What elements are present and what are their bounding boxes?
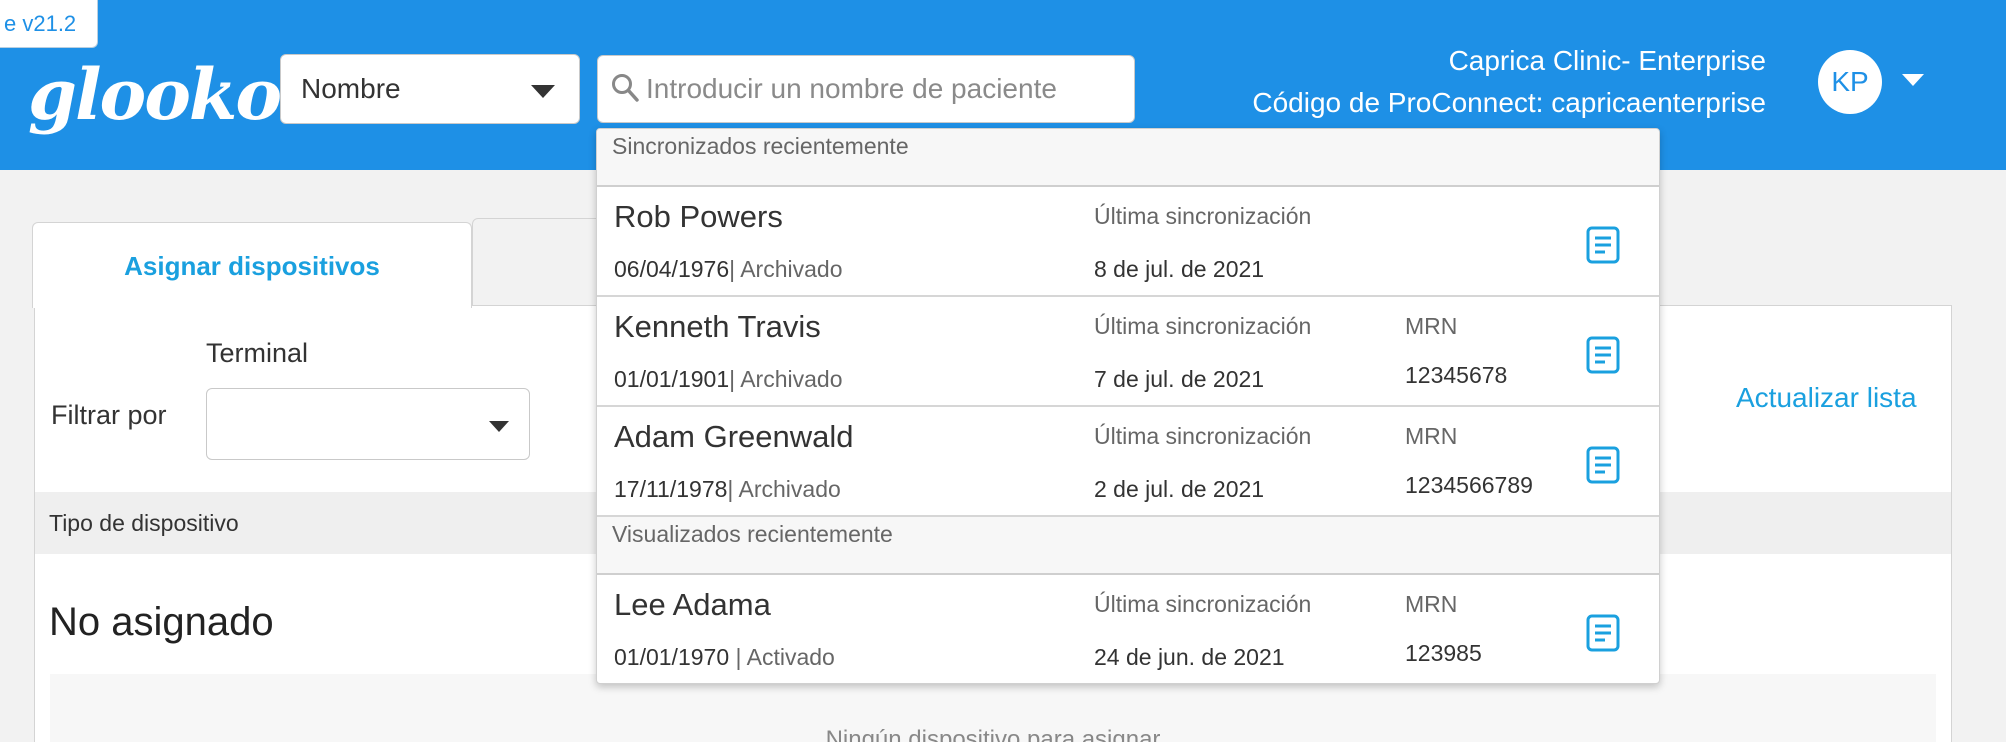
last-sync-label: Última sincronización	[1094, 313, 1312, 339]
last-sync-date: 7 de jul. de 2021	[1094, 366, 1265, 392]
chevron-down-icon	[489, 421, 509, 432]
clinic-name: Caprica Clinic- Enterprise	[1448, 45, 1766, 76]
empty-state-box: Ningún dispositivo para asignar	[50, 674, 1936, 742]
document-icon[interactable]	[1585, 335, 1621, 375]
version-badge: e v21.2	[0, 0, 98, 48]
patient-name: Adam Greenwald	[614, 419, 854, 454]
mrn-label: MRN	[1405, 591, 1458, 617]
unassigned-title: No asignado	[49, 600, 274, 644]
patient-status: | Activado	[729, 644, 835, 670]
patient-dob: 17/11/1978	[614, 476, 728, 502]
patient-row[interactable]: Lee Adama 01/01/1970 | Activado Última s…	[597, 575, 1659, 683]
last-sync-date: 2 de jul. de 2021	[1094, 476, 1265, 502]
patient-status: | Archivado	[729, 366, 843, 392]
patient-name: Lee Adama	[614, 587, 771, 622]
patient-meta: 06/04/1976| Archivado	[614, 256, 843, 283]
patient-status: | Archivado	[727, 476, 841, 502]
user-avatar[interactable]: KP	[1818, 50, 1882, 114]
patient-status: | Archivado	[729, 256, 843, 282]
chevron-down-icon	[531, 85, 555, 98]
mrn-value: 123985	[1405, 640, 1482, 666]
last-sync-label: Última sincronización	[1094, 591, 1312, 617]
filter-label: Filtrar por	[51, 400, 167, 430]
search-icon	[612, 74, 639, 102]
patient-row[interactable]: Kenneth Travis 01/01/1901| Archivado Últ…	[597, 297, 1659, 407]
last-sync-date: 8 de jul. de 2021	[1094, 256, 1265, 282]
patient-dob: 01/01/1970	[614, 644, 730, 670]
patient-dob: 06/04/1976	[614, 256, 730, 282]
patient-meta: 01/01/1901| Archivado	[614, 366, 843, 393]
empty-state-text: Ningún dispositivo para asignar	[825, 726, 1161, 742]
last-sync-label: Última sincronización	[1094, 423, 1312, 449]
patient-name: Rob Powers	[614, 199, 783, 234]
patient-meta: 17/11/1978| Archivado	[614, 476, 841, 503]
recently-viewed-header: Visualizados recientemente	[597, 517, 1659, 575]
mrn-label: MRN	[1405, 423, 1458, 449]
document-icon[interactable]	[1585, 613, 1621, 653]
patient-search-input[interactable]	[646, 64, 1126, 114]
proconnect-code: Código de ProConnect: capricaenterprise	[1252, 87, 1766, 118]
terminal-select[interactable]	[206, 388, 530, 460]
patient-row[interactable]: Rob Powers 06/04/1976| Archivado Última …	[597, 187, 1659, 297]
document-icon[interactable]	[1585, 225, 1621, 265]
glooko-logo[interactable]: glooko	[28, 55, 282, 135]
patient-name: Kenneth Travis	[614, 309, 821, 344]
patient-meta: 01/01/1970 | Activado	[614, 644, 835, 671]
last-sync-date: 24 de jun. de 2021	[1094, 644, 1285, 670]
patient-search-dropdown: Sincronizados recientemente Rob Powers 0…	[596, 128, 1660, 684]
recently-synced-header: Sincronizados recientemente	[597, 129, 1659, 187]
user-menu-chevron-icon[interactable]	[1902, 74, 1924, 86]
mrn-value: 1234566789	[1405, 472, 1533, 498]
patient-search-box[interactable]	[597, 55, 1135, 123]
clinic-info: Caprica Clinic- Enterprise Código de Pro…	[1252, 40, 1766, 124]
search-type-select[interactable]: Nombre	[280, 54, 580, 124]
mrn-value: 12345678	[1405, 362, 1508, 388]
last-sync-label: Última sincronización	[1094, 203, 1312, 229]
search-type-value: Nombre	[301, 73, 401, 104]
mrn-label: MRN	[1405, 313, 1458, 339]
refresh-list-link[interactable]: Actualizar lista	[1736, 382, 1917, 414]
tab-assign-devices[interactable]: Asignar dispositivos	[32, 222, 472, 308]
patient-dob: 01/01/1901	[614, 366, 730, 392]
patient-row[interactable]: Adam Greenwald 17/11/1978| Archivado Últ…	[597, 407, 1659, 517]
terminal-label: Terminal	[206, 338, 309, 368]
document-icon[interactable]	[1585, 445, 1621, 485]
